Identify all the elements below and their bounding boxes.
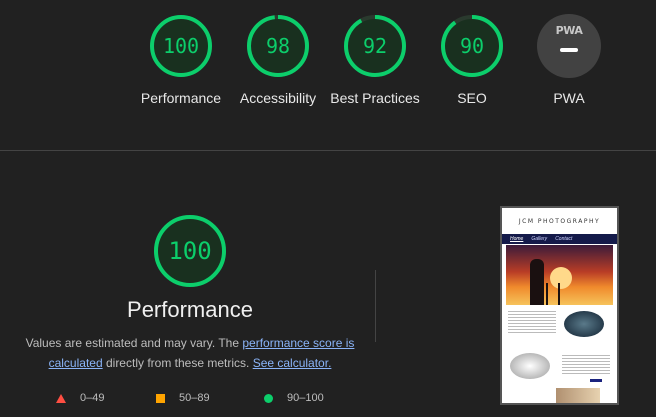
legend-label: 0–49 (80, 392, 105, 404)
legend-label: 50–89 (179, 392, 210, 404)
gauge-performance[interactable]: 100 Performance (131, 14, 231, 108)
average-square-icon (156, 393, 165, 403)
section-divider (0, 150, 656, 151)
fail-triangle-icon (56, 393, 66, 403)
thumb-nav: Home Gallery Contact (502, 234, 617, 244)
desc-text: directly from these metrics. (102, 356, 253, 370)
thumb-site-title: JCM PHOTOGRAPHY (518, 217, 601, 225)
gauge-best-practices[interactable]: 92 Best Practices (325, 14, 425, 108)
thumb-content-row (502, 349, 617, 393)
thumb-oval-image (564, 311, 604, 337)
pass-circle-icon (264, 393, 273, 403)
gauge-score: 100 (162, 34, 200, 58)
score-ring: 92 (343, 14, 407, 78)
gauge-label: Accessibility (239, 90, 317, 106)
score-ring: 90 (440, 14, 504, 78)
gauge-score: 90 (459, 34, 485, 58)
gauge-score: 92 (362, 34, 388, 58)
final-screenshot-thumbnail[interactable]: JCM PHOTOGRAPHY Home Gallery Contact (500, 206, 619, 405)
thumb-nav-item: Contact (555, 236, 573, 242)
gauge-pwa[interactable]: PWA PWA (519, 14, 619, 108)
thumb-nav-item: Home (510, 236, 524, 242)
see-calculator-link[interactable]: See calculator. (253, 356, 332, 370)
legend-pass: 90–100 (264, 392, 324, 404)
gauge-label: PWA (553, 90, 585, 106)
thumb-hero-image (506, 245, 613, 305)
gauge-score: 98 (265, 34, 291, 58)
score-ring: 100 (149, 14, 213, 78)
performance-score-ring: 100 (153, 214, 227, 288)
vertical-divider (375, 270, 376, 342)
lighthouse-report: 100 Performance 98 Accessibility 92 Best… (0, 0, 656, 417)
tripod-silhouette (546, 283, 560, 305)
pwa-badge-icon: PWA (537, 14, 601, 78)
pwa-dash-icon (560, 48, 578, 52)
legend-fail: 0–49 (56, 392, 104, 404)
thumb-text-lines (508, 311, 556, 335)
performance-score: 100 (168, 237, 212, 265)
thumb-bottom-image (556, 388, 600, 403)
legend-label: 90–100 (287, 392, 324, 404)
gauge-label: SEO (457, 90, 487, 106)
thumb-content-row (502, 305, 617, 349)
gauge-label: Performance (140, 90, 222, 106)
legend-average: 50–89 (156, 392, 210, 404)
thumb-button (590, 379, 602, 382)
photographer-silhouette (530, 259, 544, 305)
gauge-accessibility[interactable]: 98 Accessibility (228, 14, 328, 108)
thumb-oval-image (510, 353, 550, 379)
thumb-nav-item: Gallery (531, 236, 548, 242)
performance-description: Values are estimated and may vary. The p… (20, 333, 360, 373)
gauge-label: Best Practices (330, 90, 420, 106)
performance-title: Performance (127, 297, 253, 322)
desc-text: Values are estimated and may vary. The (25, 336, 243, 350)
score-ring: 98 (246, 14, 310, 78)
thumb-text-lines (562, 355, 610, 376)
pwa-badge-text: PWA (555, 24, 583, 37)
gauge-seo[interactable]: 90 SEO (422, 14, 522, 108)
